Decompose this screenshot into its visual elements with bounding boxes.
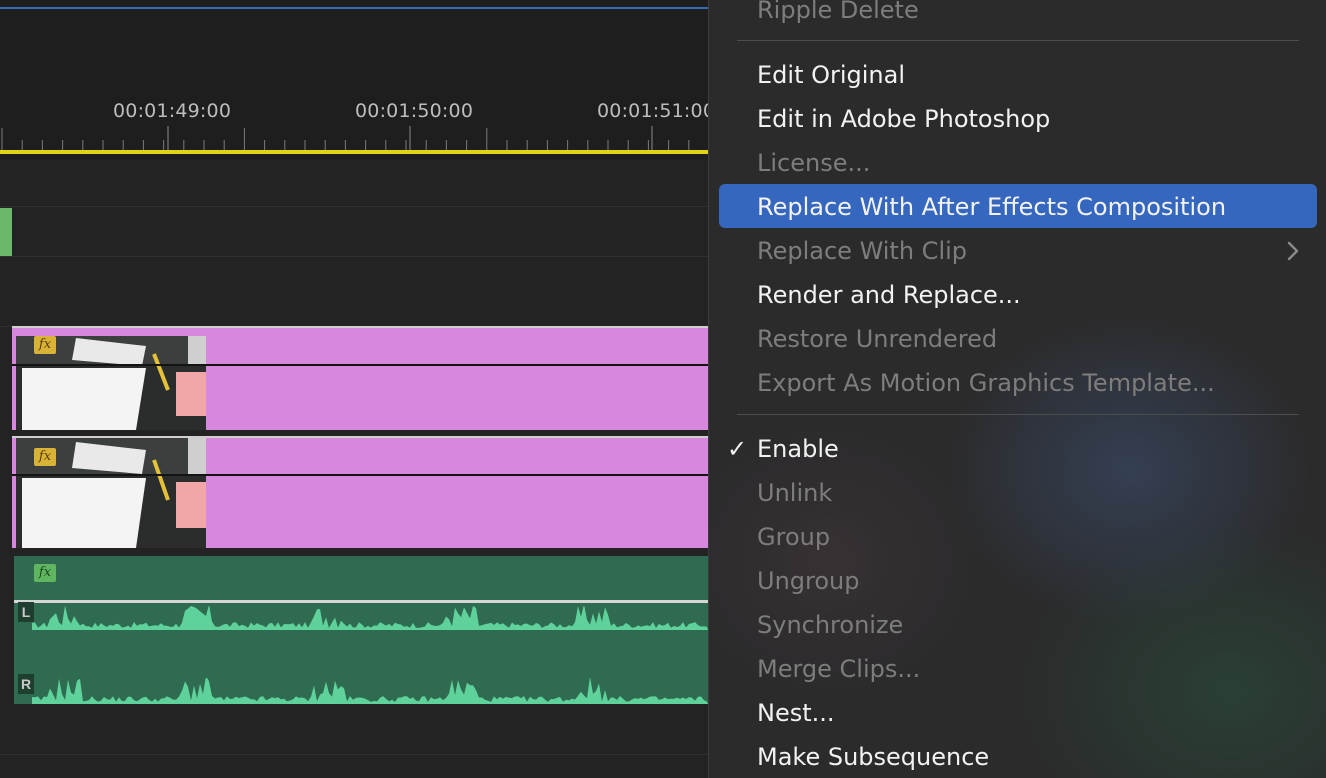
menu-item-make-subsequence[interactable]: Make Subsequence — [757, 735, 989, 778]
menu-item-edit-in-photoshop[interactable]: Edit in Adobe Photoshop — [757, 97, 1050, 141]
menu-item-group[interactable]: Group — [757, 515, 830, 559]
menu-item-export-mogrt[interactable]: Export As Motion Graphics Template... — [757, 361, 1215, 405]
clip-divider — [12, 364, 708, 366]
menu-item-replace-with-clip[interactable]: Replace With Clip — [757, 229, 967, 273]
ruler-ticks — [1, 126, 690, 150]
menu-item-enable[interactable]: Enable — [757, 427, 839, 471]
checkmark-icon: ✓ — [727, 435, 748, 463]
waveform-left — [32, 606, 708, 630]
menu-item-edit-original[interactable]: Edit Original — [757, 53, 905, 97]
video-clip-v1[interactable]: fx — [12, 436, 708, 548]
render-bar — [0, 150, 708, 154]
clip-edge[interactable] — [0, 208, 12, 256]
clip-divider — [12, 474, 708, 476]
audio-clip-a1[interactable]: fx L R — [14, 556, 708, 704]
menu-item-ungroup[interactable]: Ungroup — [757, 559, 859, 603]
timeline-panel[interactable]: 00:01:49:00 00:01:50:00 00:01:51:00 fx f… — [0, 0, 708, 778]
track-divider — [0, 206, 708, 207]
timecode-label: 00:01:51:00 — [597, 100, 708, 122]
work-area-line — [0, 7, 708, 9]
menu-separator — [737, 40, 1299, 41]
fx-icon[interactable]: fx — [34, 448, 56, 466]
chevron-right-icon — [1287, 241, 1299, 261]
menu-item-replace-with-ae-composition[interactable]: Replace With After Effects Composition — [757, 185, 1226, 229]
context-menu[interactable]: Ripple Delete Edit Original Edit in Adob… — [708, 0, 1326, 778]
menu-separator — [737, 414, 1299, 415]
menu-item-nest[interactable]: Nest... — [757, 691, 835, 735]
timecode-label: 00:01:49:00 — [113, 100, 232, 122]
menu-item-unlink[interactable]: Unlink — [757, 471, 832, 515]
track-divider — [0, 256, 708, 257]
menu-item-ripple-delete[interactable]: Ripple Delete — [757, 0, 919, 32]
fx-icon[interactable]: fx — [34, 564, 56, 582]
video-clip-v2[interactable]: fx — [12, 326, 708, 430]
menu-item-render-and-replace[interactable]: Render and Replace... — [757, 273, 1021, 317]
menu-item-merge-clips[interactable]: Merge Clips... — [757, 647, 920, 691]
clip-divider — [14, 600, 708, 603]
waveform-right — [32, 678, 708, 704]
time-ruler[interactable]: 00:01:49:00 00:01:50:00 00:01:51:00 — [0, 0, 708, 160]
menu-item-synchronize[interactable]: Synchronize — [757, 603, 903, 647]
menu-item-license[interactable]: License... — [757, 141, 870, 185]
menu-item-restore-unrendered[interactable]: Restore Unrendered — [757, 317, 997, 361]
timecode-label: 00:01:50:00 — [355, 100, 474, 122]
track-divider — [0, 754, 708, 755]
fx-icon[interactable]: fx — [34, 336, 56, 354]
